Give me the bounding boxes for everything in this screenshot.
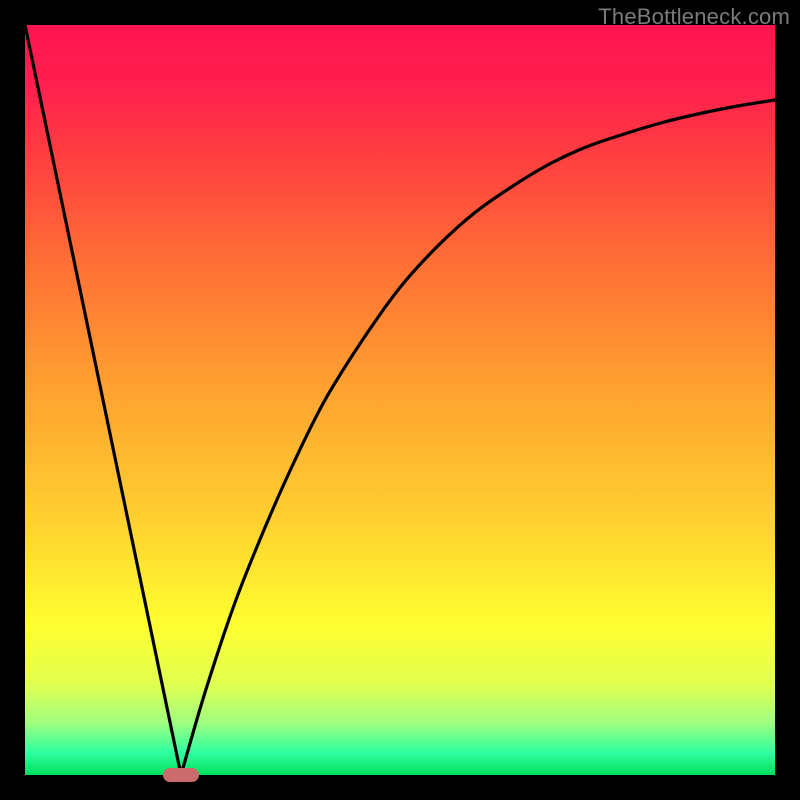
watermark-text: TheBottleneck.com <box>598 4 790 30</box>
curve-layer <box>25 25 775 775</box>
right-branch-curve <box>181 100 775 775</box>
plot-area <box>25 25 775 775</box>
vertex-marker <box>163 768 199 782</box>
left-branch-curve <box>25 25 181 775</box>
chart-frame: TheBottleneck.com <box>0 0 800 800</box>
